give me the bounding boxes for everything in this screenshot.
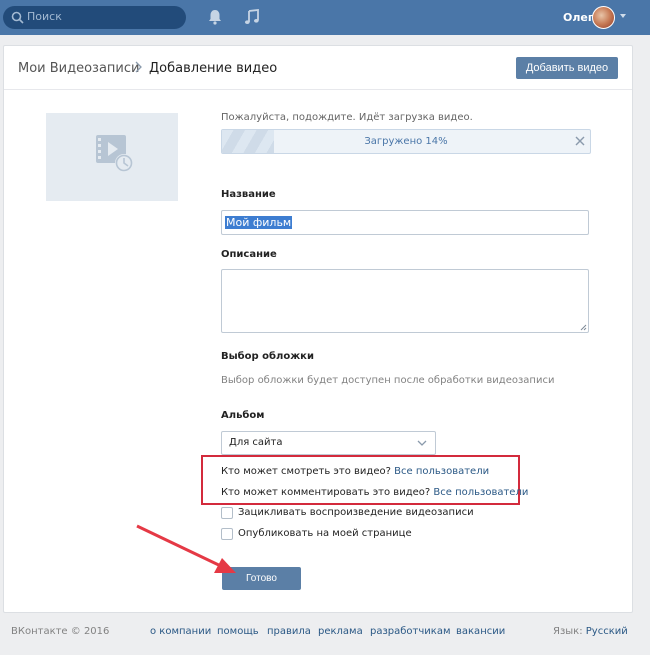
done-button[interactable]: Готово (222, 567, 301, 590)
add-video-button[interactable]: Добавить видео (516, 57, 618, 79)
privacy-comment-text: Кто может комментировать это видео? (221, 487, 431, 498)
upload-status-text: Пожалуйста, подождите. Идёт загрузка вид… (221, 112, 473, 123)
progress-label: Загружено 14% (364, 136, 448, 147)
footer: ВКонтакте © 2016 о компании помощь прави… (0, 626, 650, 646)
resize-handle-icon[interactable] (580, 324, 587, 331)
footer-language: Язык: Русский (553, 626, 628, 637)
footer-link-about[interactable]: о компании (150, 626, 211, 637)
video-thumbnail (46, 113, 178, 201)
cover-hint: Выбор обложки будет доступен после обраб… (221, 375, 555, 386)
description-textarea[interactable] (221, 269, 589, 333)
close-icon[interactable] (574, 135, 586, 147)
album-label: Альбом (221, 410, 265, 421)
description-label: Описание (221, 249, 277, 260)
privacy-view-row: Кто может смотреть это видео? Все пользо… (221, 466, 489, 477)
privacy-view-text: Кто может смотреть это видео? (221, 466, 391, 477)
video-clock-icon (96, 135, 133, 172)
chevron-right-icon (135, 61, 142, 73)
search-box[interactable]: Поиск (3, 6, 186, 29)
top-bar: Поиск Олег (0, 0, 650, 35)
language-label: Язык: (553, 626, 583, 637)
footer-link-ads[interactable]: реклама (318, 626, 363, 637)
music-icon[interactable] (243, 8, 261, 26)
breadcrumb-parent[interactable]: Мои Видеозаписи (18, 61, 139, 76)
loop-checkbox-label[interactable]: Зацикливать воспроизведение видеозаписи (238, 507, 474, 518)
album-select[interactable]: Для сайта (221, 431, 436, 455)
chevron-down-icon[interactable] (620, 14, 626, 18)
privacy-comment-row: Кто может комментировать это видео? Все … (221, 487, 528, 498)
footer-link-help[interactable]: помощь (217, 626, 259, 637)
user-name[interactable]: Олег (563, 11, 594, 24)
publish-checkbox-label[interactable]: Опубликовать на моей странице (238, 528, 412, 539)
privacy-view-link[interactable]: Все пользователи (394, 466, 489, 477)
footer-copyright: ВКонтакте © 2016 (11, 626, 110, 637)
title-input[interactable]: Мой фильм (221, 210, 589, 235)
footer-link-rules[interactable]: правила (267, 626, 311, 637)
footer-link-developers[interactable]: разработчикам (370, 626, 451, 637)
avatar[interactable] (592, 6, 615, 29)
bell-icon[interactable] (206, 8, 224, 26)
upload-card: Мои Видеозаписи Добавление видео Добавит… (3, 45, 633, 613)
cover-label: Выбор обложки (221, 351, 314, 362)
publish-checkbox[interactable] (221, 528, 233, 540)
album-selected-value: Для сайта (229, 437, 283, 448)
privacy-comment-link[interactable]: Все пользователи (433, 487, 528, 498)
page-title: Добавление видео (149, 61, 278, 76)
title-label: Название (221, 189, 276, 200)
upload-progress-bar: Загружено 14% (221, 129, 591, 154)
title-input-value[interactable]: Мой фильм (225, 216, 293, 229)
chevron-down-icon (417, 440, 427, 446)
search-input[interactable]: Поиск (27, 10, 62, 23)
card-header: Мои Видеозаписи Добавление видео Добавит… (4, 46, 632, 90)
loop-checkbox[interactable] (221, 507, 233, 519)
language-link[interactable]: Русский (586, 626, 628, 637)
search-icon (11, 11, 24, 24)
footer-link-jobs[interactable]: вакансии (456, 626, 505, 637)
